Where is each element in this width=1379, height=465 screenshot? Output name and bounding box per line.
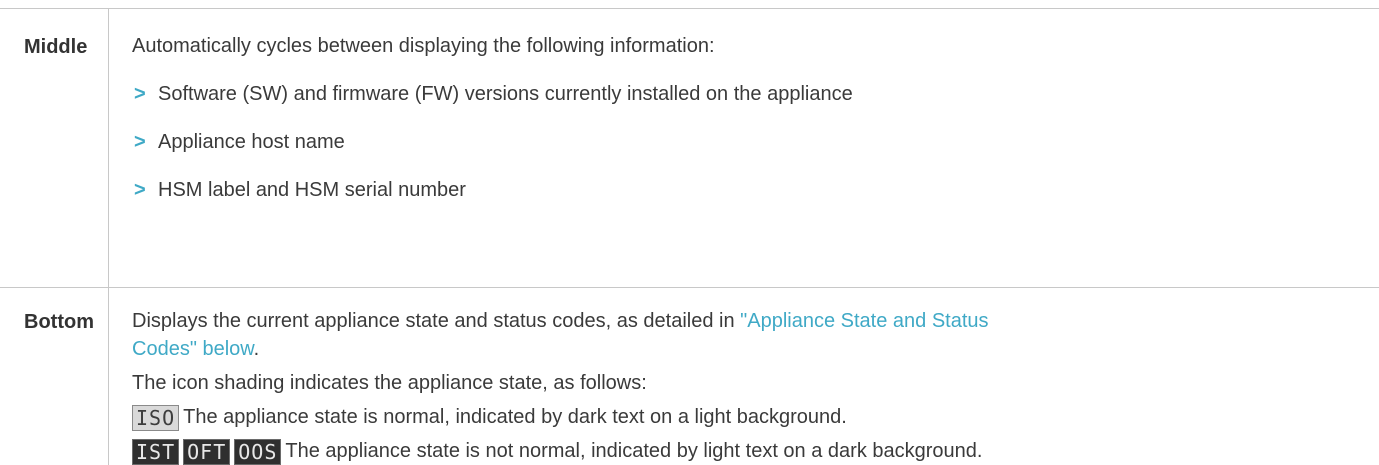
appliance-state-link[interactable]: "Appliance State and Status bbox=[740, 310, 988, 332]
bullet-text: Software (SW) and firmware (FW) versions… bbox=[158, 83, 853, 105]
description-period: . bbox=[253, 338, 260, 360]
abnormal-state-row: IST OFT OOS The appliance state is not norm… bbox=[132, 437, 982, 465]
row-label-middle: Middle bbox=[24, 36, 88, 58]
bullet-chevron-icon: > bbox=[134, 83, 146, 105]
table-row-divider bbox=[0, 287, 1379, 288]
normal-state-row: ISO The appliance state is normal, indica… bbox=[132, 403, 847, 431]
bottom-description-line2: Codes" below. bbox=[132, 335, 259, 363]
info-table: Middle Automatically cycles between disp… bbox=[0, 0, 1379, 465]
bullet-chevron-icon: > bbox=[134, 179, 146, 201]
oft-status-icon: OFT bbox=[183, 438, 231, 465]
bullet-text: Appliance host name bbox=[158, 131, 345, 153]
shading-intro-text: The icon shading indicates the appliance… bbox=[132, 372, 647, 394]
bullet-text: HSM label and HSM serial number bbox=[158, 179, 466, 201]
middle-intro-text: Automatically cycles between displaying … bbox=[132, 35, 715, 57]
list-item: > Appliance host name bbox=[134, 128, 345, 156]
description-text: Displays the current appliance state and… bbox=[132, 310, 741, 332]
table-top-border bbox=[0, 8, 1379, 9]
iso-status-icon: ISO bbox=[132, 404, 180, 431]
list-item: > Software (SW) and firmware (FW) version… bbox=[134, 80, 853, 108]
normal-state-text: The appliance state is normal, indicated… bbox=[183, 406, 847, 428]
bottom-description-line1: Displays the current appliance state and… bbox=[132, 307, 989, 335]
abnormal-state-text: The appliance state is not normal, indic… bbox=[285, 440, 983, 462]
oos-status-icon: OOS bbox=[234, 438, 282, 465]
table-column-divider bbox=[108, 8, 109, 465]
appliance-state-link-continued[interactable]: Codes" below bbox=[132, 338, 254, 360]
bullet-chevron-icon: > bbox=[134, 131, 146, 153]
ist-status-icon: IST bbox=[132, 438, 180, 465]
row-label-bottom: Bottom bbox=[24, 311, 94, 333]
list-item: > HSM label and HSM serial number bbox=[134, 176, 466, 204]
